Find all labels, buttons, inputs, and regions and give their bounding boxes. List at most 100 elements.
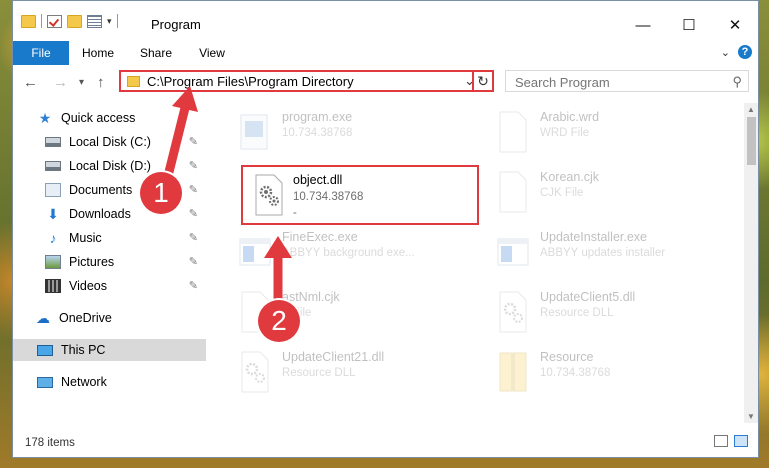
close-button[interactable]: ✕: [712, 11, 758, 39]
sidebar-item-label: Downloads: [69, 207, 131, 221]
tiles-view-icon[interactable]: [734, 435, 748, 447]
expand-ribbon-chevron-icon[interactable]: ⌄: [721, 46, 730, 59]
exe-window-icon: [497, 238, 529, 266]
file-item-korean-cjk[interactable]: Korean.cjk CJK File: [479, 167, 719, 227]
sidebar-item-network[interactable]: Network: [13, 371, 206, 393]
highlighted-file-object-dll[interactable]: object.dll 10.734.38768 -: [241, 165, 479, 225]
documents-icon: [45, 183, 61, 197]
navigation-bar: ← → ▾ ↑ C:\Program Files\Program Directo…: [13, 65, 758, 99]
refresh-button[interactable]: ↻: [472, 70, 494, 92]
dll-gear-file-icon: [499, 291, 527, 333]
file-item-fineexec-exe[interactable]: FineExec.exe ABBYY background exe...: [221, 227, 461, 287]
file-version: 10.734.38768: [540, 367, 611, 379]
step-badge-1: 1: [140, 172, 182, 214]
step-badge-2: 2: [258, 300, 300, 342]
drive-icon: [45, 137, 61, 147]
ribbon-controls: ⌄ ?: [721, 45, 752, 59]
pin-icon: ✎: [188, 256, 198, 268]
file-name: UpdateClient21.dll: [282, 350, 385, 364]
tab-view[interactable]: View: [185, 41, 239, 65]
tab-share[interactable]: Share: [129, 41, 183, 65]
scroll-down-arrow-icon[interactable]: ▼: [747, 412, 755, 421]
tab-file[interactable]: File: [13, 41, 69, 65]
file-item-astnml-cjk[interactable]: astNml.cjk K File: [221, 287, 461, 347]
search-box[interactable]: ⚲: [505, 70, 749, 92]
vertical-scrollbar[interactable]: ▲ ▼: [744, 103, 758, 423]
sidebar-item-label: Network: [61, 375, 107, 389]
sidebar-item-pictures[interactable]: Pictures ✎: [13, 251, 206, 273]
ribbon-tabs: File Home Share View ⌄ ?: [13, 41, 758, 66]
scrollbar-thumb[interactable]: [747, 117, 756, 165]
cloud-icon: ☁: [36, 309, 50, 326]
details-view-icon[interactable]: [714, 435, 728, 447]
pictures-icon: [45, 255, 61, 269]
pin-icon: ✎: [188, 208, 198, 220]
videos-icon: [45, 279, 61, 293]
maximize-button[interactable]: ☐: [666, 11, 712, 39]
properties-check-icon[interactable]: [47, 14, 62, 28]
recent-locations-dropdown[interactable]: ▾: [79, 77, 84, 88]
file-item-updateclient5-dll[interactable]: UpdateClient5.dll Resource DLL: [479, 287, 719, 347]
file-description: ABBYY updates installer: [540, 247, 666, 259]
new-folder-icon[interactable]: [67, 14, 82, 28]
sidebar-item-label: OneDrive: [59, 311, 112, 325]
file-name: Arabic.wrd: [540, 110, 600, 124]
file-item-resource[interactable]: Resource 10.734.38768: [479, 347, 719, 407]
forward-button[interactable]: →: [53, 74, 68, 91]
document-icon: [499, 111, 527, 153]
sidebar-item-label: Local Disk (C:): [69, 135, 151, 149]
file-version: 10.734.38768: [282, 127, 353, 139]
file-name: object.dll: [293, 173, 343, 187]
file-name: program.exe: [282, 110, 353, 124]
tab-home[interactable]: Home: [71, 41, 125, 65]
sidebar-item-label: This PC: [61, 343, 106, 357]
file-name: Resource: [540, 350, 594, 364]
annotation-arrow-1: [163, 86, 198, 181]
toolbar-divider: [41, 14, 42, 28]
file-type: CJK File: [540, 187, 584, 199]
sidebar-item-onedrive[interactable]: ☁ OneDrive: [13, 307, 206, 329]
item-count: 178 items: [25, 437, 75, 449]
file-item-arabic-wrd[interactable]: Arabic.wrd WRD File: [479, 107, 719, 167]
sidebar-item-label: Music: [69, 231, 102, 245]
file-name: Korean.cjk: [540, 170, 600, 184]
sidebar-item-label: Quick access: [61, 111, 136, 125]
pin-icon: ✎: [188, 184, 198, 196]
computer-icon: [37, 344, 53, 356]
scroll-up-arrow-icon[interactable]: ▲: [747, 105, 755, 114]
sidebar-item-label: Pictures: [69, 255, 115, 269]
sidebar-item-this-pc[interactable]: This PC: [13, 339, 206, 361]
file-description: -: [293, 207, 297, 219]
up-button[interactable]: ↑: [97, 74, 105, 91]
file-item-updateinstaller-exe[interactable]: UpdateInstaller.exe ABBYY updates instal…: [479, 227, 719, 287]
file-item-updateclient21-dll[interactable]: UpdateClient21.dll Resource DLL: [221, 347, 461, 407]
file-name: UpdateInstaller.exe: [540, 230, 648, 244]
search-input[interactable]: [513, 72, 727, 92]
file-version: 10.734.38768: [293, 191, 364, 203]
folder-icon: [21, 14, 36, 28]
window-controls: — ☐ ✕: [620, 11, 758, 39]
sidebar-item-videos[interactable]: Videos ✎: [13, 275, 206, 297]
music-icon: ♪: [49, 230, 57, 246]
dll-gear-file-icon: [255, 174, 283, 216]
sidebar-item-music[interactable]: ♪ Music ✎: [13, 227, 206, 249]
pin-icon: ✎: [188, 280, 198, 292]
file-description: ABBYY background exe...: [282, 247, 415, 259]
help-icon[interactable]: ?: [738, 45, 752, 59]
window-title: Program: [151, 17, 201, 32]
file-item-program-exe[interactable]: program.exe 10.734.38768: [221, 107, 461, 167]
file-explorer-window: ▾ Program — ☐ ✕ File Home Share View ⌄ ?…: [12, 0, 759, 458]
exe-file-icon: [240, 114, 268, 150]
qat-customize-dropdown[interactable]: ▾: [107, 16, 112, 27]
list-view-icon[interactable]: [87, 14, 102, 28]
toolbar-divider: [116, 14, 118, 28]
star-icon: ★: [38, 109, 52, 126]
file-name: UpdateClient5.dll: [540, 290, 636, 304]
minimize-button[interactable]: —: [620, 11, 666, 39]
archive-file-icon: [499, 352, 527, 392]
document-icon: [499, 171, 527, 213]
sidebar-item-label: Videos: [69, 279, 107, 293]
back-button[interactable]: ←: [23, 74, 38, 91]
pin-icon: ✎: [188, 232, 198, 244]
search-icon[interactable]: ⚲: [732, 74, 742, 90]
